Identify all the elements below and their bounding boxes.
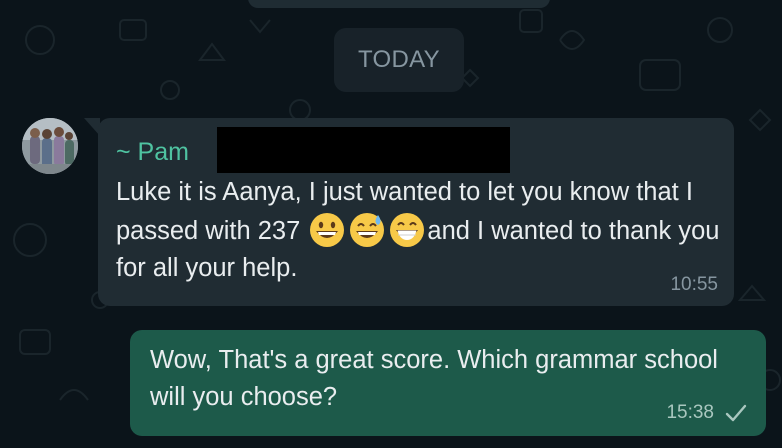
previous-message-bubble-edge — [248, 0, 550, 8]
beaming-face-icon — [388, 211, 426, 249]
avatar-photo-icon — [22, 118, 78, 174]
incoming-message-text: Luke it is Aanya, I just wanted to let y… — [116, 174, 722, 287]
redacted-phone-number — [217, 127, 510, 173]
grinning-face-icon — [308, 211, 346, 249]
outgoing-timestamp: 15:38 — [666, 402, 714, 423]
single-check-icon — [725, 404, 747, 422]
sender-name[interactable]: ~ Pam — [116, 138, 189, 167]
incoming-message-bubble[interactable]: ~ Pam Luke it is Aanya, I just wanted to… — [98, 118, 734, 306]
grinning-sweat-icon — [348, 211, 386, 249]
date-divider: TODAY — [334, 28, 464, 92]
outgoing-message-text: Wow, That's a great score. Which grammar… — [150, 346, 718, 411]
incoming-timestamp: 10:55 — [670, 274, 718, 295]
sender-avatar[interactable] — [22, 118, 78, 174]
outgoing-message-bubble[interactable]: Wow, That's a great score. Which grammar… — [130, 330, 766, 436]
